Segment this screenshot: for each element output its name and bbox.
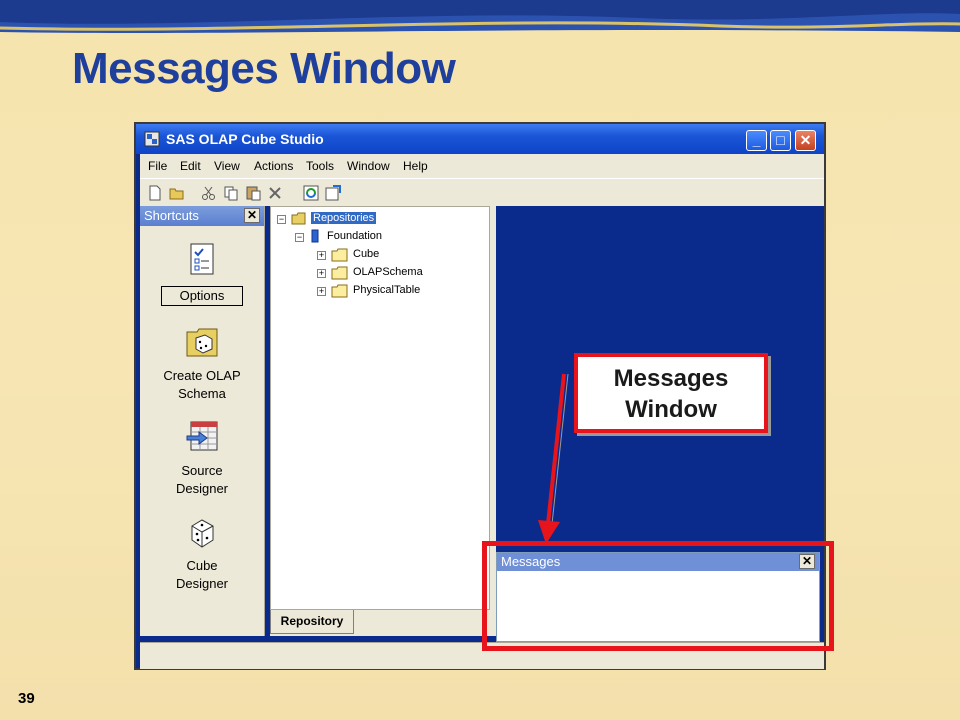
create-olap-schema-line1: Create OLAP	[163, 368, 241, 383]
folder-icon	[331, 284, 348, 298]
messages-highlight-box	[482, 541, 834, 651]
cut-icon[interactable]	[200, 184, 218, 202]
tree-label-olapschema: OLAPSchema	[353, 266, 423, 278]
repository-icon	[311, 229, 319, 243]
minimize-button[interactable]: _	[746, 130, 767, 151]
expand-icon[interactable]: +	[317, 287, 326, 296]
repository-tree: − Repositories − Foundation + Cube + OLA…	[270, 206, 490, 610]
cube-action-icon[interactable]	[324, 184, 342, 202]
tree-node-repositories[interactable]: − Repositories	[277, 211, 477, 227]
open-folder-icon	[291, 212, 306, 225]
cube-designer-line2: Designer	[175, 576, 229, 591]
expand-icon[interactable]: +	[317, 269, 326, 278]
slide-banner	[0, 0, 960, 34]
tree-tabstrip: Repository	[270, 610, 490, 636]
menu-window[interactable]: Window	[347, 159, 390, 173]
cube-designer-line1: Cube	[186, 558, 218, 573]
close-shortcuts-button[interactable]: ✕	[244, 208, 260, 223]
callout-line2: Window	[625, 396, 717, 423]
source-designer-line2: Designer	[175, 481, 229, 496]
tree-label-repositories: Repositories	[311, 212, 377, 224]
collapse-icon[interactable]: −	[277, 215, 286, 224]
options-icon[interactable]	[185, 242, 219, 276]
expand-icon[interactable]: +	[317, 251, 326, 260]
menu-bar: File Edit View Actions Tools Window Help	[140, 154, 824, 178]
title-bar[interactable]: SAS OLAP Cube Studio _ □ ✕	[136, 124, 824, 154]
create-olap-schema-label[interactable]: Create OLAP Schema	[140, 367, 264, 403]
slide-title: Messages Window	[72, 44, 456, 93]
open-icon[interactable]	[168, 184, 186, 202]
shortcuts-header: Shortcuts ✕	[140, 206, 264, 226]
create-olap-schema-icon[interactable]	[185, 324, 219, 358]
cube-designer-icon[interactable]	[185, 516, 219, 550]
tree-node-physicaltable[interactable]: + PhysicalTable	[317, 283, 477, 299]
create-olap-schema-line2: Schema	[178, 386, 226, 401]
refresh-icon[interactable]	[302, 184, 320, 202]
menu-file[interactable]: File	[148, 159, 167, 173]
menu-view[interactable]: View	[214, 159, 240, 173]
source-designer-label[interactable]: Source Designer	[140, 462, 264, 498]
tree-node-olapschema[interactable]: + OLAPSchema	[317, 265, 477, 281]
shortcuts-title: Shortcuts	[144, 208, 199, 223]
maximize-button[interactable]: □	[770, 130, 791, 151]
shortcuts-pane: Shortcuts ✕ Options Create OLAP Schema S…	[140, 206, 265, 636]
tree-label-foundation: Foundation	[327, 230, 383, 242]
messages-window-callout: Messages Window	[574, 353, 768, 433]
menu-tools[interactable]: Tools	[306, 159, 334, 173]
new-icon[interactable]	[146, 184, 164, 202]
tab-repository[interactable]: Repository	[270, 610, 354, 634]
page-number: 39	[18, 690, 35, 707]
source-designer-icon[interactable]	[185, 420, 219, 454]
paste-icon[interactable]	[244, 184, 262, 202]
tree-node-cube[interactable]: + Cube	[317, 247, 477, 263]
close-button[interactable]: ✕	[795, 130, 816, 151]
source-designer-line1: Source	[181, 463, 223, 478]
callout-line1: Messages	[613, 365, 729, 392]
folder-icon	[331, 266, 348, 280]
menu-actions[interactable]: Actions	[254, 159, 293, 173]
cube-designer-label[interactable]: Cube Designer	[140, 557, 264, 593]
collapse-icon[interactable]: −	[295, 233, 304, 242]
menu-help[interactable]: Help	[403, 159, 428, 173]
tree-label-physicaltable: PhysicalTable	[353, 284, 421, 296]
options-shortcut[interactable]: Options	[161, 286, 243, 306]
window-title: SAS OLAP Cube Studio	[166, 131, 324, 147]
copy-icon[interactable]	[222, 184, 240, 202]
tree-node-foundation[interactable]: − Foundation	[295, 229, 475, 245]
app-icon	[144, 131, 160, 147]
tree-label-cube: Cube	[353, 248, 380, 260]
folder-icon	[331, 248, 348, 262]
toolbar	[140, 178, 824, 206]
menu-edit[interactable]: Edit	[180, 159, 201, 173]
delete-icon[interactable]	[266, 184, 284, 202]
